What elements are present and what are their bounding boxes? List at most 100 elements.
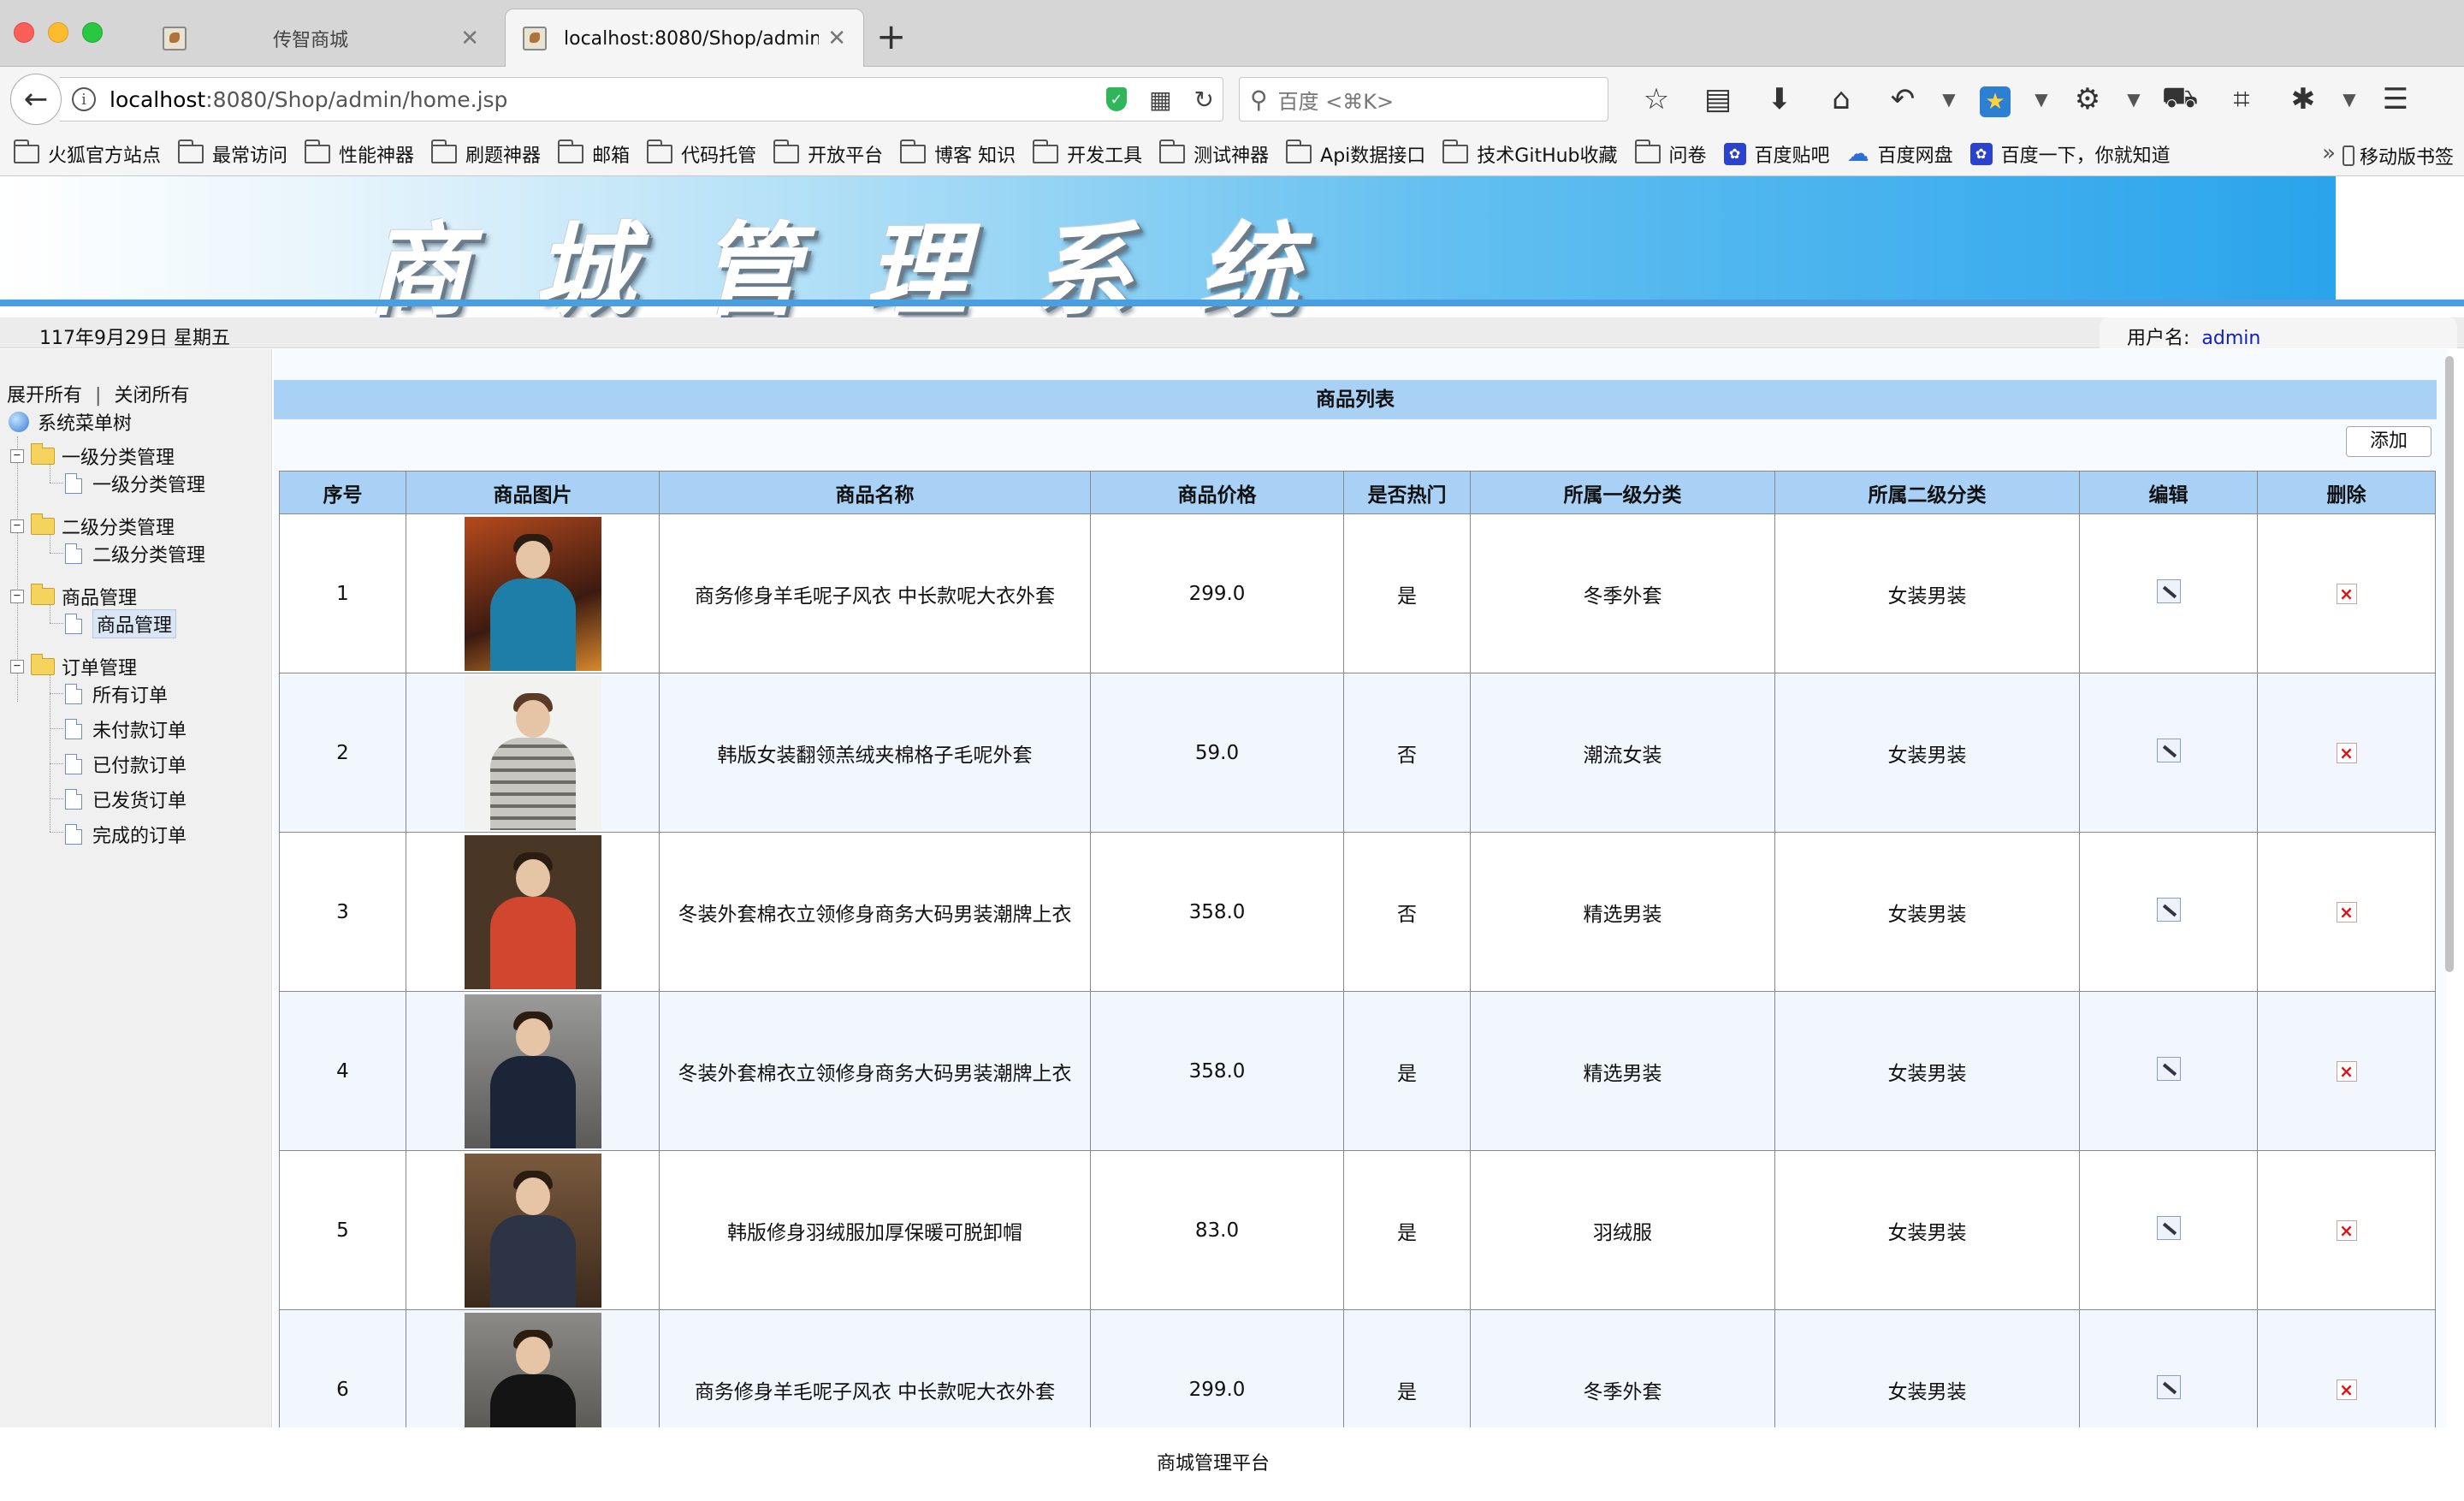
bookmark-star-icon[interactable]: ☆ bbox=[1626, 82, 1687, 116]
page-viewport: 商城管理系统 117年9月29日 星期五 用户名: admin 展开所有 | 关闭… bbox=[0, 176, 2464, 1501]
bookmark-item[interactable]: 刷题神器 bbox=[431, 139, 541, 168]
download-icon[interactable]: ⬇ bbox=[1749, 82, 1810, 116]
bookmarks-overflow-icon[interactable]: » bbox=[2322, 140, 2336, 166]
tab-close-icon[interactable]: ✕ bbox=[460, 26, 479, 51]
shield-icon[interactable]: ✓ bbox=[1106, 87, 1128, 111]
tab-close-icon[interactable]: ✕ bbox=[827, 26, 846, 51]
product-price: 83.0 bbox=[1090, 1150, 1344, 1310]
favorites-icon[interactable]: ★ bbox=[1980, 86, 2011, 117]
sidebar-menu-tree: 展开所有 | 关闭所有 系统菜单树 − 一级分类管理 一级分类管理 − 二级分类… bbox=[0, 349, 272, 1501]
delete-icon[interactable]: × bbox=[2336, 1060, 2357, 1082]
sidebar-item-level2-manage[interactable]: 二级分类管理 bbox=[65, 539, 205, 568]
bookmark-item[interactable]: 开放平台 bbox=[773, 139, 883, 168]
edit-icon[interactable] bbox=[2156, 897, 2181, 922]
sidebar-item-paid-orders[interactable]: 已付款订单 bbox=[65, 750, 187, 779]
user-name[interactable]: admin bbox=[2201, 328, 2260, 349]
edit-icon[interactable] bbox=[2156, 1374, 2181, 1399]
delete-icon[interactable]: × bbox=[2336, 742, 2357, 763]
url-text[interactable]: localhost:8080/Shop/admin/home.jsp bbox=[110, 87, 507, 112]
delete-icon[interactable]: × bbox=[2336, 1379, 2357, 1400]
search-placeholder: 百度 <⌘K> bbox=[1277, 89, 1395, 114]
collapse-toggle-icon[interactable]: − bbox=[10, 590, 24, 603]
menu-icon[interactable]: ☰ bbox=[2365, 82, 2426, 116]
reading-list-icon[interactable]: ▤ bbox=[1687, 82, 1749, 116]
sidebar-group-orders[interactable]: − 订单管理 bbox=[10, 652, 137, 681]
delete-icon[interactable]: × bbox=[2336, 583, 2357, 604]
sidebar-item-product-manage[interactable]: 商品管理 bbox=[65, 609, 177, 638]
info-icon[interactable]: i bbox=[72, 87, 96, 111]
browser-tab-2[interactable]: localhost:8080/Shop/admin/h ✕ bbox=[505, 9, 864, 68]
window-minimize-button[interactable] bbox=[48, 22, 68, 43]
mobile-bookmarks[interactable]: 移动版书签 bbox=[2342, 142, 2454, 169]
bookmark-item[interactable]: 问卷 bbox=[1634, 139, 1707, 168]
bookmark-item[interactable]: 开发工具 bbox=[1033, 139, 1142, 168]
collapse-toggle-icon[interactable]: − bbox=[10, 660, 24, 673]
chevron-down-icon[interactable]: ▼ bbox=[1934, 89, 1964, 110]
product-image[interactable] bbox=[464, 675, 601, 830]
bug-icon[interactable]: ✱ bbox=[2272, 82, 2334, 116]
content-scrollbar[interactable] bbox=[2443, 356, 2455, 972]
crop-icon[interactable]: ⌗ bbox=[2211, 82, 2272, 116]
delete-icon[interactable]: × bbox=[2336, 1219, 2357, 1241]
sidebar-group-level2[interactable]: − 二级分类管理 bbox=[10, 512, 175, 541]
bookmark-item[interactable]: 邮箱 bbox=[558, 139, 630, 168]
extension-icon[interactable]: ⚙ bbox=[2057, 82, 2118, 116]
bookmark-item[interactable]: 火狐官方站点 bbox=[14, 139, 161, 168]
window-close-button[interactable] bbox=[14, 22, 34, 43]
undo-icon[interactable]: ↶ bbox=[1872, 82, 1934, 116]
delete-icon[interactable]: × bbox=[2336, 901, 2357, 923]
collapse-all-link[interactable]: 关闭所有 bbox=[114, 385, 189, 406]
new-tab-button[interactable]: + bbox=[876, 19, 906, 55]
sidebar-item-completed-orders[interactable]: 完成的订单 bbox=[65, 820, 187, 849]
qr-code-icon[interactable]: ▦ bbox=[1149, 86, 1171, 114]
folder-icon bbox=[178, 139, 204, 163]
product-category-1: 潮流女装 bbox=[1470, 673, 1775, 833]
page-icon bbox=[65, 543, 82, 564]
bookmark-item[interactable]: ✿ 百度一下，你就知道 bbox=[1969, 140, 2171, 168]
add-product-button[interactable]: 添加 bbox=[2346, 426, 2431, 457]
collapse-toggle-icon[interactable]: − bbox=[10, 449, 24, 463]
chevron-down-icon[interactable]: ▼ bbox=[2026, 89, 2057, 110]
product-name: 韩版修身羽绒服加厚保暖可脱卸帽 bbox=[659, 1150, 1091, 1310]
home-icon[interactable]: ⌂ bbox=[1810, 82, 1872, 116]
bookmark-item[interactable]: 技术GitHub收藏 bbox=[1442, 139, 1618, 168]
edit-icon[interactable] bbox=[2156, 738, 2181, 762]
bookmark-item[interactable]: Api数据接口 bbox=[1286, 139, 1425, 168]
reload-icon[interactable]: ↻ bbox=[1194, 86, 1214, 114]
edit-icon[interactable] bbox=[2156, 1056, 2181, 1081]
edit-icon[interactable] bbox=[2156, 1215, 2181, 1240]
chevron-down-icon[interactable]: ▼ bbox=[2118, 89, 2149, 110]
sidebar-item-shipped-orders[interactable]: 已发货订单 bbox=[65, 785, 187, 814]
browser-tab-1[interactable]: 传智商城 ✕ bbox=[145, 10, 496, 67]
back-button[interactable]: ← bbox=[10, 74, 62, 125]
bookmark-item[interactable]: 性能神器 bbox=[305, 139, 414, 168]
address-bar[interactable]: i localhost:8080/Shop/admin/home.jsp ✓ ▦… bbox=[60, 77, 1223, 122]
product-image[interactable] bbox=[464, 994, 601, 1148]
bookmark-item[interactable]: 测试神器 bbox=[1159, 139, 1269, 168]
product-price: 299.0 bbox=[1090, 513, 1344, 673]
bookmark-item[interactable]: 最常访问 bbox=[178, 139, 287, 168]
window-maximize-button[interactable] bbox=[82, 22, 103, 43]
sidebar-group-level1[interactable]: − 一级分类管理 bbox=[10, 442, 175, 471]
sidebar-item-all-orders[interactable]: 所有订单 bbox=[65, 679, 168, 709]
collapse-toggle-icon[interactable]: − bbox=[10, 519, 24, 533]
tree-root[interactable]: 系统菜单树 bbox=[9, 407, 132, 436]
bookmark-item[interactable]: 代码托管 bbox=[647, 139, 756, 168]
product-image[interactable] bbox=[464, 1153, 601, 1308]
expand-all-link[interactable]: 展开所有 bbox=[7, 385, 82, 406]
chevron-down-icon[interactable]: ▼ bbox=[2334, 89, 2365, 110]
bookmark-item[interactable]: ☁ 百度网盘 bbox=[1847, 140, 1953, 168]
product-image[interactable] bbox=[464, 834, 601, 989]
product-image[interactable] bbox=[464, 516, 601, 671]
folder-icon bbox=[1634, 139, 1661, 163]
bookmark-item[interactable]: ✿ 百度贴吧 bbox=[1723, 140, 1830, 168]
bookmark-item[interactable]: 博客 知识 bbox=[900, 139, 1016, 168]
search-input[interactable]: ⚲ 百度 <⌘K> bbox=[1239, 77, 1608, 122]
sync-icon[interactable]: ⛟ bbox=[2149, 80, 2211, 119]
sidebar-group-products[interactable]: − 商品管理 bbox=[10, 582, 137, 611]
folder-icon bbox=[14, 139, 39, 163]
sidebar-item-unpaid-orders[interactable]: 未付款订单 bbox=[65, 715, 187, 744]
edit-icon[interactable] bbox=[2156, 578, 2181, 603]
page-icon bbox=[65, 754, 82, 774]
sidebar-item-level1-manage[interactable]: 一级分类管理 bbox=[65, 469, 205, 498]
